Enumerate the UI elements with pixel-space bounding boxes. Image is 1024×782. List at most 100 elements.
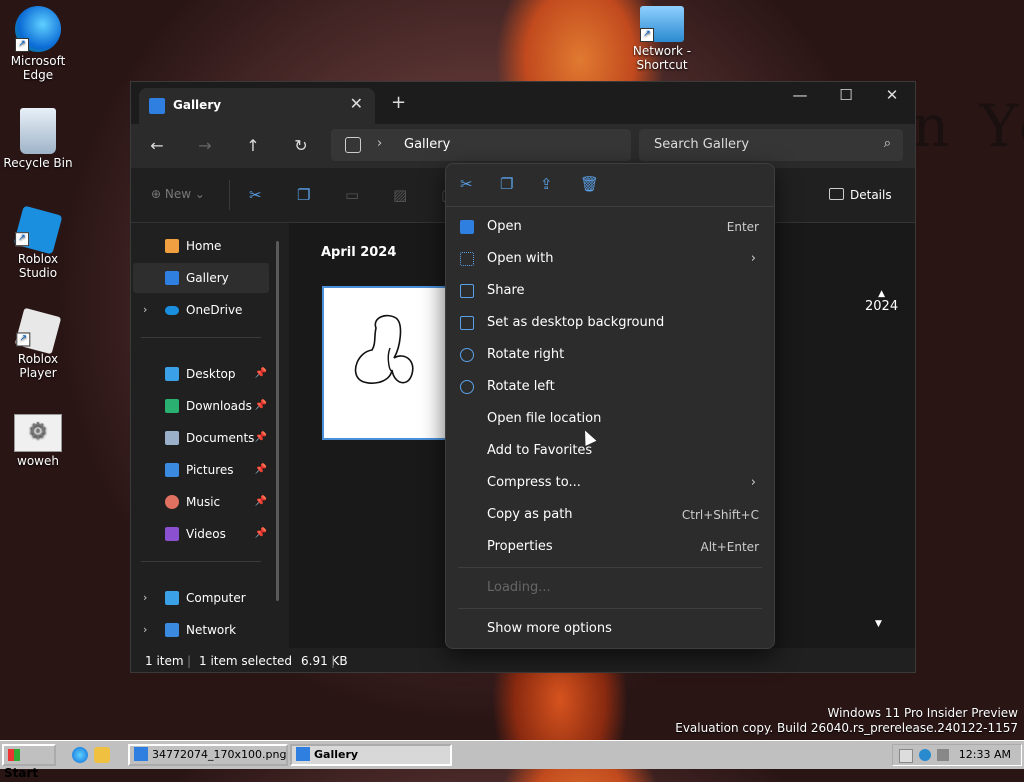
folder-quicklaunch-icon[interactable] — [94, 747, 110, 763]
details-button[interactable]: Details — [829, 188, 892, 202]
toolbar-divider — [229, 180, 230, 210]
taskbar: Start 34772074_170x100.png -... Gallery … — [0, 740, 1024, 780]
timeline-year-marker[interactable]: ▲ 2024 — [865, 289, 898, 314]
breadcrumb-gallery[interactable]: Gallery — [404, 137, 450, 152]
tab-gallery[interactable]: Gallery ✕ — [139, 88, 375, 124]
cut-icon[interactable]: ✂ — [249, 186, 262, 204]
menu-item-properties[interactable]: Properties Alt+Enter — [446, 531, 774, 563]
pin-icon[interactable]: 📌 — [255, 359, 267, 389]
desktop-icon-woweh[interactable]: ⚙ woweh — [0, 414, 76, 468]
menu-item-open[interactable]: Open Enter — [446, 211, 774, 243]
rename-icon[interactable]: ▨ — [393, 186, 407, 204]
pin-icon[interactable]: 📌 — [255, 455, 267, 485]
sidebar-item-label: Gallery — [186, 271, 229, 285]
copy-icon[interactable]: ❐ — [500, 175, 513, 193]
pin-icon[interactable]: 📌 — [255, 391, 267, 421]
sidebar-item-pictures[interactable]: Pictures 📌 — [133, 455, 269, 485]
status-bar: 1 item | 1 item selected 6.91 KB | — [131, 650, 915, 672]
menu-item-copy-as-path[interactable]: Copy as path Ctrl+Shift+C — [446, 499, 774, 531]
breadcrumb-chevron-icon[interactable]: › — [377, 136, 382, 151]
menu-item-rotate-right[interactable]: Rotate right — [446, 339, 774, 371]
navigation-bar: ← → ↑ ↻ › Gallery Search Gallery ⌕ — [131, 124, 915, 168]
sidebar-item-label: Documents — [186, 431, 255, 445]
cut-icon[interactable]: ✂ — [460, 175, 473, 193]
settings-file-icon: ⚙ — [14, 414, 62, 452]
roblox-player-icon: ↗ — [14, 307, 62, 355]
image-thumbnail[interactable] — [322, 286, 452, 440]
recycle-bin-icon — [20, 108, 56, 154]
scroll-up-icon[interactable]: ▲ — [865, 289, 898, 299]
paste-icon[interactable]: ▭ — [345, 186, 359, 204]
sidebar-item-onedrive[interactable]: › OneDrive — [133, 295, 269, 325]
photos-app-icon — [460, 220, 474, 234]
taskbar-button-gallery[interactable]: Gallery — [290, 744, 452, 766]
chevron-right-icon[interactable]: › — [143, 583, 147, 613]
menu-item-compress-to[interactable]: Compress to... › — [446, 467, 774, 499]
desktop-icon-edge[interactable]: ↗ Microsoft Edge — [0, 6, 76, 82]
network-status-icon[interactable] — [899, 749, 913, 763]
sidebar-item-downloads[interactable]: Downloads 📌 — [133, 391, 269, 421]
copy-icon[interactable]: ❐ — [297, 186, 310, 204]
pin-icon[interactable]: 📌 — [255, 423, 267, 453]
sidebar-item-gallery[interactable]: Gallery — [133, 263, 269, 293]
security-icon[interactable] — [919, 749, 931, 761]
scroll-down-icon[interactable]: ▼ — [875, 619, 882, 629]
menu-item-show-more-options[interactable]: Show more options — [446, 613, 774, 645]
taskbar-button-image-viewer[interactable]: 34772074_170x100.png -... — [128, 744, 288, 766]
search-icon: ⌕ — [883, 136, 891, 151]
up-button[interactable]: ↑ — [241, 136, 265, 155]
address-bar[interactable]: › Gallery — [331, 129, 631, 161]
sidebar-item-desktop[interactable]: Desktop 📌 — [133, 359, 269, 389]
desktop-icon-network-shortcut[interactable]: ↗ Network - Shortcut — [624, 6, 700, 80]
gallery-location-icon — [345, 137, 361, 153]
pin-icon[interactable]: 📌 — [255, 487, 267, 517]
menu-item-shortcut: Ctrl+Shift+C — [681, 508, 759, 522]
menu-item-share[interactable]: Share — [446, 275, 774, 307]
sidebar-scrollbar[interactable] — [276, 241, 279, 601]
desktop-icon-recycle-bin[interactable]: Recycle Bin — [0, 108, 76, 170]
roblox-studio-icon: ↗ — [13, 205, 63, 255]
delete-icon[interactable]: 🗑 — [580, 175, 599, 193]
search-input[interactable]: Search Gallery ⌕ — [639, 129, 903, 161]
maximize-button[interactable]: ☐ — [823, 86, 869, 104]
desktop-icon-roblox-studio[interactable]: ↗ Roblox Studio — [0, 205, 76, 280]
edge-quicklaunch-icon[interactable] — [72, 747, 88, 763]
menu-item-rotate-left[interactable]: Rotate left — [446, 371, 774, 403]
pin-icon[interactable]: 📌 — [255, 519, 267, 549]
menu-divider — [458, 567, 762, 568]
sidebar-item-network[interactable]: › Network — [133, 615, 269, 645]
sidebar-item-videos[interactable]: Videos 📌 — [133, 519, 269, 549]
month-heading: April 2024 — [321, 245, 397, 260]
sidebar-item-home[interactable]: Home — [133, 231, 269, 261]
menu-item-set-desktop-background[interactable]: Set as desktop background — [446, 307, 774, 339]
gallery-icon — [165, 271, 179, 285]
close-window-button[interactable]: ✕ — [869, 86, 915, 104]
chevron-right-icon[interactable]: › — [143, 295, 147, 325]
back-button[interactable]: ← — [145, 136, 169, 155]
sidebar-item-label: Music — [186, 495, 221, 509]
volume-icon[interactable] — [937, 749, 949, 761]
share-icon[interactable]: ⇪ — [540, 175, 553, 193]
context-menu: ✂ ❐ ⇪ 🗑 Open Enter Open with › Share Set… — [445, 163, 775, 649]
desktop-icon-roblox-player[interactable]: ↗ Roblox Player — [0, 307, 76, 380]
chevron-right-icon: › — [750, 251, 756, 266]
start-button[interactable]: Start — [2, 744, 56, 780]
sidebar-item-documents[interactable]: Documents 📌 — [133, 423, 269, 453]
clock[interactable]: 12:33 AM — [959, 745, 1011, 765]
sidebar-item-label: Videos — [186, 527, 226, 541]
menu-item-open-with[interactable]: Open with › — [446, 243, 774, 275]
chevron-right-icon[interactable]: › — [143, 615, 147, 645]
navigation-pane: Home Gallery › OneDrive Desktop 📌 Downlo… — [131, 223, 281, 648]
refresh-button[interactable]: ↻ — [289, 136, 313, 155]
sidebar-item-computer[interactable]: › Computer — [133, 583, 269, 613]
forward-button[interactable]: → — [193, 136, 217, 155]
menu-item-open-file-location[interactable]: Open file location — [446, 403, 774, 435]
shortcut-arrow-icon: ↗ — [16, 332, 31, 347]
minimize-button[interactable]: — — [777, 86, 823, 104]
menu-item-label: Rotate right — [487, 347, 565, 362]
sidebar-item-music[interactable]: Music 📌 — [133, 487, 269, 517]
menu-item-add-to-favorites[interactable]: Add to Favorites — [446, 435, 774, 467]
new-tab-button[interactable]: + — [391, 92, 406, 113]
new-button[interactable]: ⊕ New ⌄ — [151, 187, 205, 201]
close-tab-icon[interactable]: ✕ — [350, 94, 363, 113]
